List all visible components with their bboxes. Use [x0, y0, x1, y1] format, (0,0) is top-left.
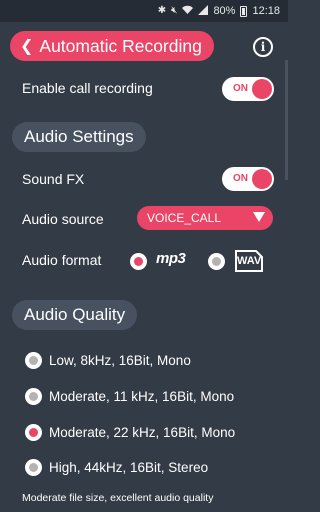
quality-description: Moderate file size, excellent audio qual… [22, 492, 214, 504]
audio-settings-heading: Audio Settings [12, 122, 146, 152]
quality-radio-low[interactable] [25, 352, 42, 369]
sound-fx-toggle[interactable]: ON [222, 167, 274, 191]
wav-radio[interactable] [208, 253, 225, 270]
mp3-logo-icon: mp3 [156, 250, 186, 267]
scrollbar[interactable] [285, 60, 288, 180]
battery-percent: 80% [213, 5, 236, 17]
audio-source-label: Audio source [22, 211, 104, 227]
battery-icon [240, 5, 248, 17]
radio-dot [29, 392, 38, 401]
quality-option-label[interactable]: Low, 8kHz, 16Bit, Mono [49, 353, 191, 368]
enable-call-recording-toggle[interactable]: ON [222, 77, 274, 101]
audio-settings-title: Audio Settings [24, 127, 134, 146]
wav-logo-text: WAV [237, 255, 262, 267]
quality-radio-high[interactable] [25, 459, 42, 476]
audio-source-dropdown[interactable]: VOICE_CALL [137, 206, 273, 230]
mp3-logo-text: mp3 [156, 250, 186, 267]
toggle-knob [252, 169, 272, 189]
audio-format-label: Audio format [22, 252, 102, 268]
info-glyph: i [260, 40, 266, 54]
chevron-left-icon: ❮ [20, 38, 34, 55]
toggle-knob [252, 79, 272, 99]
audio-quality-heading: Audio Quality [12, 300, 138, 330]
quality-radio-moderate-22[interactable] [25, 424, 42, 441]
audio-source-value: VOICE_CALL [147, 211, 222, 225]
toggle-state-text: ON [233, 83, 248, 94]
mute-icon: 🔇︎ [171, 5, 178, 16]
audio-quality-title: Audio Quality [24, 305, 126, 324]
page-title: Automatic Recording [39, 35, 202, 56]
radio-dot [134, 257, 143, 266]
mp3-radio[interactable] [130, 253, 147, 270]
radio-dot [212, 257, 221, 266]
quality-option-label[interactable]: Moderate, 11 kHz, 16Bit, Mono [49, 389, 234, 404]
dropdown-arrow-icon [253, 212, 265, 222]
radio-dot [29, 356, 38, 365]
wav-logo-icon: WAV [234, 250, 264, 272]
back-title-button[interactable]: ❮ Automatic Recording [10, 31, 214, 61]
status-time: 12:18 [252, 5, 280, 17]
radio-dot [29, 428, 38, 437]
bluetooth-icon: ✱ [157, 5, 167, 16]
toggle-state-text: ON [233, 173, 248, 184]
quality-option-label[interactable]: High, 44kHz, 16Bit, Stereo [49, 460, 208, 475]
radio-dot [29, 463, 38, 472]
quality-radio-moderate-11[interactable] [25, 388, 42, 405]
info-icon[interactable]: i [253, 37, 273, 57]
enable-call-recording-label: Enable call recording [22, 80, 153, 96]
quality-option-label[interactable]: Moderate, 22 kHz, 16Bit, Mono [49, 425, 235, 440]
sound-fx-label: Sound FX [22, 171, 85, 187]
signal-icon [198, 4, 209, 18]
wifi-icon [182, 5, 194, 17]
status-bar: ✱ 🔇︎ 80% 12:18 [0, 0, 288, 22]
